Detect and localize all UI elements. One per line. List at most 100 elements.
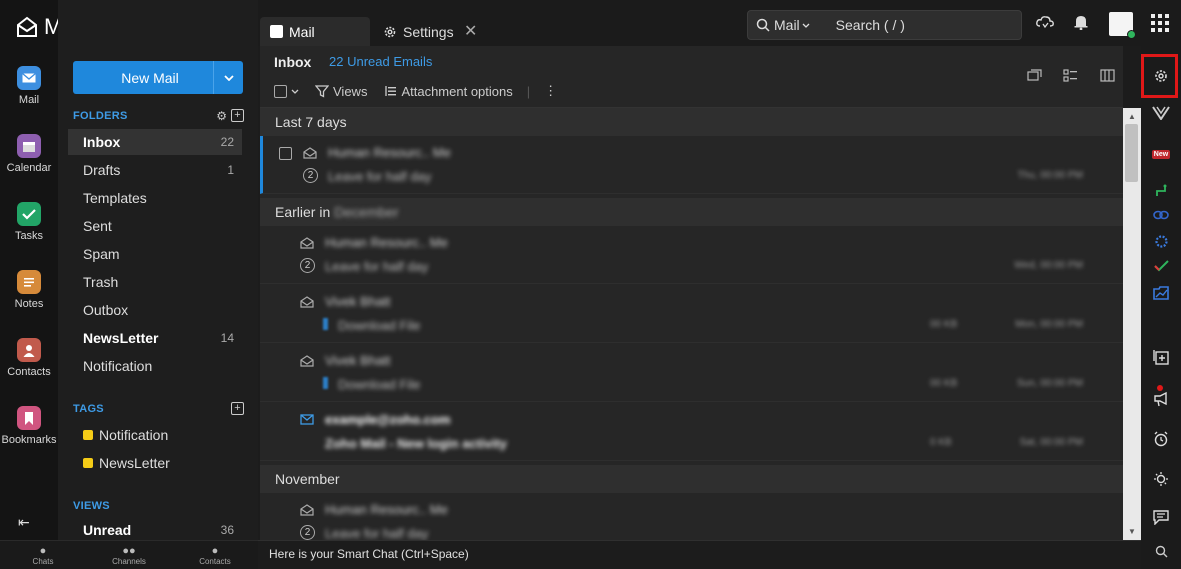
cloud-sync-icon[interactable] (1036, 14, 1054, 33)
scroll-down-arrow-icon[interactable]: ▼ (1128, 527, 1136, 536)
select-all-checkbox[interactable] (274, 84, 299, 98)
checkmark-app-icon[interactable] (1141, 260, 1181, 272)
tab-settings[interactable]: Settings (383, 17, 454, 46)
theme-toggle-icon[interactable] (1141, 471, 1181, 487)
new-feature-icon[interactable]: New (1141, 150, 1181, 159)
contacts-person-icon (17, 338, 41, 362)
search-icon (756, 18, 770, 32)
folder-drafts[interactable]: Drafts 1 (68, 157, 242, 183)
conversation-view-icon[interactable] (1027, 69, 1042, 85)
alarm-clock-icon[interactable] (1141, 431, 1181, 447)
rail-mail[interactable]: Mail (0, 66, 58, 106)
highlight-settings-box (1141, 54, 1178, 98)
app-rail: Mail Mail Calendar Tasks Notes Contacts (0, 0, 84, 540)
attachment-icon (323, 318, 328, 330)
folders-header: FOLDERS (73, 110, 128, 122)
new-mail-dropdown[interactable] (213, 61, 243, 94)
smart-chat-search-icon[interactable] (1141, 545, 1181, 558)
vault-logo-icon[interactable] (1141, 106, 1181, 120)
integration-gear-icon[interactable] (1141, 234, 1181, 249)
contacts-tab[interactable]: ● Contacts (172, 541, 258, 569)
folder-notification[interactable]: Notification (68, 353, 242, 379)
channels-tab[interactable]: ●● Channels (86, 541, 172, 569)
thread-count-badge: 2 (300, 258, 315, 273)
chat-message-icon[interactable] (1141, 510, 1181, 525)
view-unread[interactable]: Unread 36 (68, 519, 242, 541)
envelope-open-icon (300, 355, 314, 367)
chats-tab[interactable]: ● Chats (0, 541, 86, 569)
mail-logo-icon (17, 16, 37, 37)
rail-bookmarks[interactable]: Bookmarks (0, 406, 58, 446)
chat-bubble-icon: ● (39, 545, 47, 557)
notification-red-dot (1157, 385, 1163, 391)
announcement-icon[interactable] (1141, 391, 1181, 407)
search-scope-select[interactable]: Mail (774, 17, 810, 33)
folder-title: Inbox (274, 54, 312, 70)
add-tag-icon[interactable]: + (231, 402, 244, 415)
tag-color-dot (83, 430, 93, 440)
tag-newsletter[interactable]: NewsLetter (68, 450, 242, 476)
mail-row[interactable]: Human Resourc.. Me 2 Leave for half day … (260, 136, 1123, 194)
chevron-down-icon (291, 89, 299, 94)
row-checkbox[interactable] (279, 147, 292, 160)
tab-mail[interactable]: Mail (260, 17, 370, 46)
search-input[interactable]: Search ( / ) (836, 17, 905, 33)
folder-settings-icon[interactable]: ⚙ (216, 109, 227, 123)
folder-outbox[interactable]: Outbox (68, 297, 242, 323)
right-sidebar: New (1141, 46, 1181, 569)
envelope-unread-icon (300, 414, 314, 425)
mail-row[interactable]: Human Resourc.. Me 2 Leave for half day (260, 493, 1123, 540)
workflow-icon[interactable] (1141, 184, 1181, 198)
attachment-list-icon (385, 86, 397, 96)
user-avatar[interactable] (1109, 12, 1136, 39)
tag-notification[interactable]: Notification (68, 422, 242, 448)
group-header-earlier: Earlier in December (260, 198, 1123, 226)
tasks-check-icon (17, 202, 41, 226)
new-mail-button[interactable]: New Mail (73, 61, 243, 94)
app-launcher-grid-icon[interactable] (1151, 14, 1169, 32)
folder-spam[interactable]: Spam (68, 241, 242, 267)
chart-folder-icon[interactable] (1141, 286, 1181, 300)
link-icon[interactable] (1141, 210, 1181, 220)
notes-icon (17, 270, 41, 294)
collapse-sidebar-icon[interactable]: ⇤ (18, 514, 30, 531)
envelope-open-icon (300, 504, 314, 516)
folder-templates[interactable]: Templates (68, 185, 242, 211)
attachment-options-button[interactable]: Attachment options (383, 84, 513, 99)
mail-row-unread[interactable]: example@zoho.com Zoho Mail - New login a… (260, 403, 1123, 461)
mail-list-scrollbar[interactable]: ▲ ▼ (1123, 108, 1141, 540)
bottom-nav: ● Chats ●● Channels ● Contacts (0, 540, 258, 569)
scroll-up-arrow-icon[interactable]: ▲ (1128, 112, 1136, 121)
mail-row[interactable]: Vivek Bhatt Download File 00 KB Sun, 00:… (260, 344, 1123, 402)
people-group-icon: ●● (122, 545, 136, 557)
scrollbar-thumb[interactable] (1125, 124, 1138, 182)
smart-chat-bar[interactable]: Here is your Smart Chat (Ctrl+Space) (258, 540, 1141, 569)
more-options-icon[interactable]: ⋮ (544, 83, 557, 99)
chevron-down-icon (802, 23, 810, 28)
rail-calendar[interactable]: Calendar (0, 134, 58, 174)
search-bar[interactable]: Mail Search ( / ) (747, 10, 1022, 40)
close-settings-tab-icon[interactable]: ✕ (464, 21, 477, 41)
online-status-dot (1127, 30, 1136, 39)
bell-notification-icon[interactable] (1074, 14, 1088, 33)
folder-pane: New Mail FOLDERS ⚙ + Inbox 22 Drafts 1 T… (58, 0, 258, 540)
folder-inbox[interactable]: Inbox 22 (68, 129, 242, 155)
mail-row[interactable]: Vivek Bhatt Download File 00 KB Mon, 00:… (260, 285, 1123, 343)
add-widget-icon[interactable] (1141, 349, 1181, 365)
folder-newsletter[interactable]: NewsLetter 14 (68, 325, 242, 351)
thread-count-badge: 2 (303, 168, 318, 183)
folder-sent[interactable]: Sent (68, 213, 242, 239)
rail-contacts[interactable]: Contacts (0, 338, 58, 378)
folder-trash[interactable]: Trash (68, 269, 242, 295)
mail-row[interactable]: Human Resourc.. Me 2 Leave for half day … (260, 226, 1123, 284)
attachment-icon (323, 377, 328, 389)
bookmark-icon (17, 406, 41, 430)
list-layout-icon[interactable] (1063, 69, 1078, 86)
rail-tasks[interactable]: Tasks (0, 202, 58, 242)
rail-notes[interactable]: Notes (0, 270, 58, 310)
views-button[interactable]: Views (315, 84, 367, 99)
toolbar-divider: | (526, 83, 531, 99)
unread-emails-link[interactable]: 22 Unread Emails (329, 54, 432, 69)
column-layout-icon[interactable] (1100, 69, 1115, 86)
add-folder-icon[interactable]: + (231, 109, 244, 122)
